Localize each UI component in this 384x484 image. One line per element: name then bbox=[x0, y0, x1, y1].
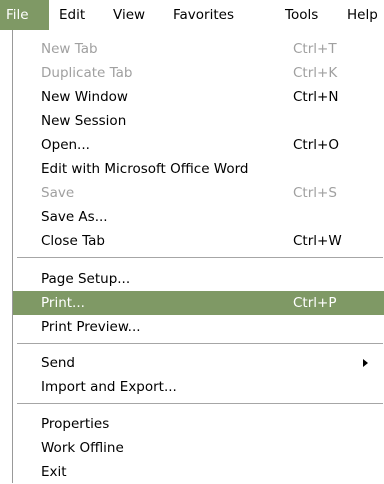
menu-item-label: Properties bbox=[41, 416, 110, 432]
menu-item-import-export[interactable]: Import and Export... bbox=[13, 375, 384, 399]
menu-item-page-setup[interactable]: Page Setup... bbox=[13, 267, 384, 291]
menu-item-label: Close Tab bbox=[41, 233, 105, 249]
menu-item-new-tab[interactable]: New Tab Ctrl+T bbox=[13, 37, 384, 61]
menu-item-label: New Session bbox=[41, 113, 127, 129]
menu-item-label: Send bbox=[41, 355, 76, 371]
menu-item-label: Edit with Microsoft Office Word bbox=[41, 161, 249, 177]
file-dropdown-menu: New Tab Ctrl+T Duplicate Tab Ctrl+K New … bbox=[12, 30, 384, 483]
menu-item-shortcut: Ctrl+N bbox=[293, 89, 339, 105]
menu-item-shortcut: Ctrl+T bbox=[293, 41, 337, 57]
menu-file[interactable]: File bbox=[0, 0, 49, 30]
menu-item-label: Page Setup... bbox=[41, 271, 131, 287]
menu-item-label: Import and Export... bbox=[41, 379, 177, 395]
menu-separator bbox=[17, 403, 383, 404]
menu-item-save-as[interactable]: Save As... bbox=[13, 205, 384, 229]
menu-tools[interactable]: Tools bbox=[285, 0, 337, 30]
submenu-arrow-icon bbox=[363, 359, 368, 367]
menu-item-label: Open... bbox=[41, 137, 90, 153]
menu-help[interactable]: Help bbox=[347, 0, 384, 30]
menu-favorites[interactable]: Favorites bbox=[173, 0, 267, 30]
menu-item-label: Duplicate Tab bbox=[41, 65, 133, 81]
menu-item-new-session[interactable]: New Session bbox=[13, 109, 384, 133]
menu-item-label: Save bbox=[41, 185, 75, 201]
menu-item-close-tab[interactable]: Close Tab Ctrl+W bbox=[13, 229, 384, 253]
menu-item-exit[interactable]: Exit bbox=[13, 460, 384, 484]
menu-item-label: Exit bbox=[41, 464, 67, 480]
menu-item-print[interactable]: Print... Ctrl+P bbox=[13, 291, 384, 315]
menu-item-shortcut: Ctrl+S bbox=[293, 185, 337, 201]
menu-item-edit-with-word[interactable]: Edit with Microsoft Office Word bbox=[13, 157, 384, 181]
menu-edit[interactable]: Edit bbox=[59, 0, 103, 30]
menu-item-duplicate-tab[interactable]: Duplicate Tab Ctrl+K bbox=[13, 61, 384, 85]
menu-item-new-window[interactable]: New Window Ctrl+N bbox=[13, 85, 384, 109]
menu-item-label: Save As... bbox=[41, 209, 108, 225]
menu-bar: File Edit View Favorites Tools Help bbox=[0, 0, 384, 30]
menu-item-shortcut: Ctrl+K bbox=[293, 65, 338, 81]
menu-separator bbox=[17, 257, 383, 258]
menu-item-label: New Window bbox=[41, 89, 128, 105]
menu-item-print-preview[interactable]: Print Preview... bbox=[13, 315, 384, 339]
menu-item-shortcut: Ctrl+O bbox=[293, 137, 339, 153]
menu-separator bbox=[17, 343, 383, 344]
menu-item-work-offline[interactable]: Work Offline bbox=[13, 436, 384, 460]
menu-item-shortcut: Ctrl+W bbox=[293, 233, 342, 249]
menu-item-label: Print... bbox=[41, 295, 85, 311]
menu-item-send[interactable]: Send bbox=[13, 351, 384, 375]
menu-item-save[interactable]: Save Ctrl+S bbox=[13, 181, 384, 205]
menu-item-label: Work Offline bbox=[41, 440, 124, 456]
menu-view[interactable]: View bbox=[113, 0, 163, 30]
menu-item-shortcut: Ctrl+P bbox=[293, 295, 337, 311]
menu-item-open[interactable]: Open... Ctrl+O bbox=[13, 133, 384, 157]
menu-item-properties[interactable]: Properties bbox=[13, 412, 384, 436]
menu-item-label: Print Preview... bbox=[41, 319, 141, 335]
menu-item-label: New Tab bbox=[41, 41, 98, 57]
